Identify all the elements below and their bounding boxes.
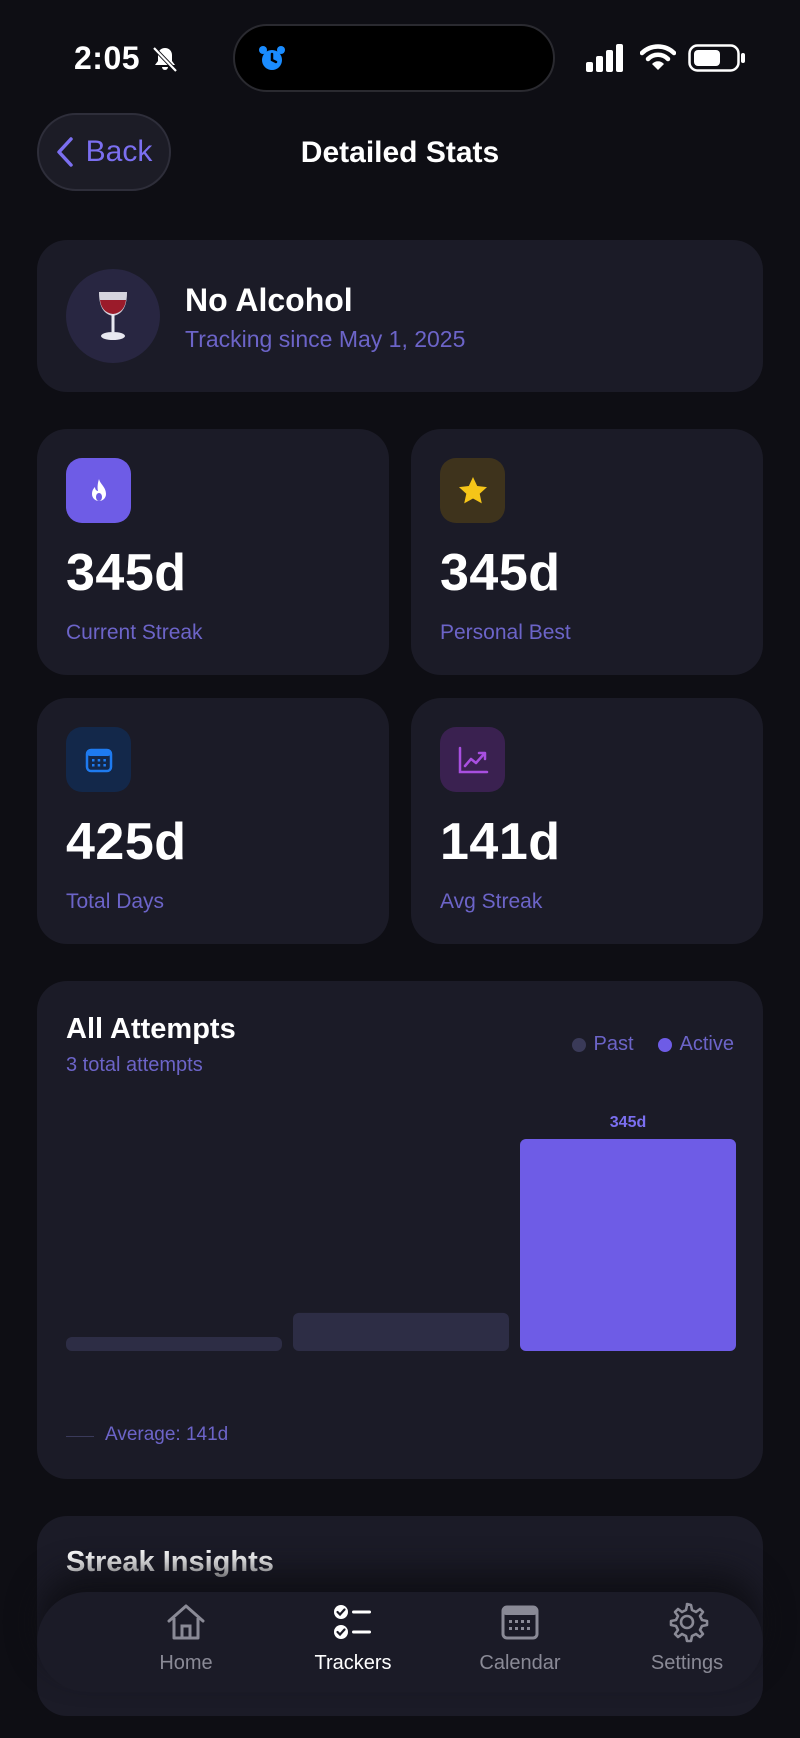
status-bar: 2:05 [0,0,800,110]
wine-glass-icon [99,292,127,340]
tab-label: Home [159,1652,213,1674]
tab-home[interactable]: Home [116,1600,256,1684]
stat-icon-badge [66,727,131,792]
stat-card-current-streak: 345d Current Streak [37,429,389,675]
star-icon [458,476,487,503]
insights-title: Streak Insights [66,1546,274,1578]
tab-trackers[interactable]: Trackers [283,1600,423,1684]
tab-bar: Home Trackers Calendar Settings [37,1592,763,1692]
attempt-bar-label-3: 345d [610,1114,646,1131]
stat-card-total-days: 425d Total Days [37,698,389,944]
tracker-avatar [66,269,160,363]
tracker-since: Tracking since May 1, 2025 [185,326,466,352]
home-icon [167,1604,205,1640]
stat-label: Personal Best [440,621,571,644]
attempt-bar-3 [520,1139,736,1351]
checklist-icon [334,1605,371,1639]
average-label: Average: 141d [105,1424,229,1445]
wifi-icon [640,44,676,70]
bell-slash-icon [152,46,178,73]
attempt-bar-2 [293,1312,509,1351]
flame-icon [91,478,106,501]
status-time: 2:05 [74,40,141,76]
battery-icon [688,44,745,72]
stat-icon-badge [66,458,131,523]
stat-value: 141d [440,813,561,871]
stat-label: Total Days [66,890,165,913]
legend-label-active: Active [679,1033,734,1055]
chart-trend-icon [458,746,488,773]
cellular-signal-icon [586,44,623,72]
stat-value: 345d [440,544,561,602]
tab-calendar[interactable]: Calendar [450,1600,590,1684]
tracker-name: No Alcohol [185,282,353,318]
tab-label: Settings [650,1652,724,1674]
legend-dot-past [571,1037,586,1052]
calendar-icon [85,748,112,772]
legend-item-past: Past [571,1033,634,1056]
tab-label: Calendar [479,1652,561,1674]
stat-card-personal-best: 345d Personal Best [411,429,763,675]
stat-label: Avg Streak [440,890,543,913]
page-title: Detailed Stats [300,136,500,169]
average-line-marker [66,1436,94,1437]
attempt-bar-1 [66,1337,282,1351]
legend-item-active: Active [657,1033,734,1056]
stat-value: 425d [66,813,187,871]
stat-value: 345d [66,544,187,602]
legend-label-past: Past [593,1033,634,1055]
attempts-bar-chart: 345d [66,1114,736,1351]
stat-icon-badge [440,458,505,523]
calendar-icon [501,1605,539,1640]
tab-settings[interactable]: Settings [617,1600,757,1684]
attempts-subtitle: 3 total attempts [66,1054,203,1076]
tracker-card: No Alcohol Tracking since May 1, 2025 [37,240,763,392]
gear-icon [669,1602,709,1643]
dynamic-island [233,24,555,92]
stat-label: Current Streak [66,621,203,644]
alarm-icon [259,46,285,70]
attempts-title: All Attempts [66,1013,236,1045]
chart-legend: Past Active [558,1033,734,1056]
stat-card-avg-streak: 141d Avg Streak [411,698,763,944]
stat-icon-badge [440,727,505,792]
tab-label: Trackers [314,1652,392,1674]
legend-dot-active [657,1037,672,1052]
attempts-card: All Attempts 3 total attempts Past Activ… [37,981,763,1479]
